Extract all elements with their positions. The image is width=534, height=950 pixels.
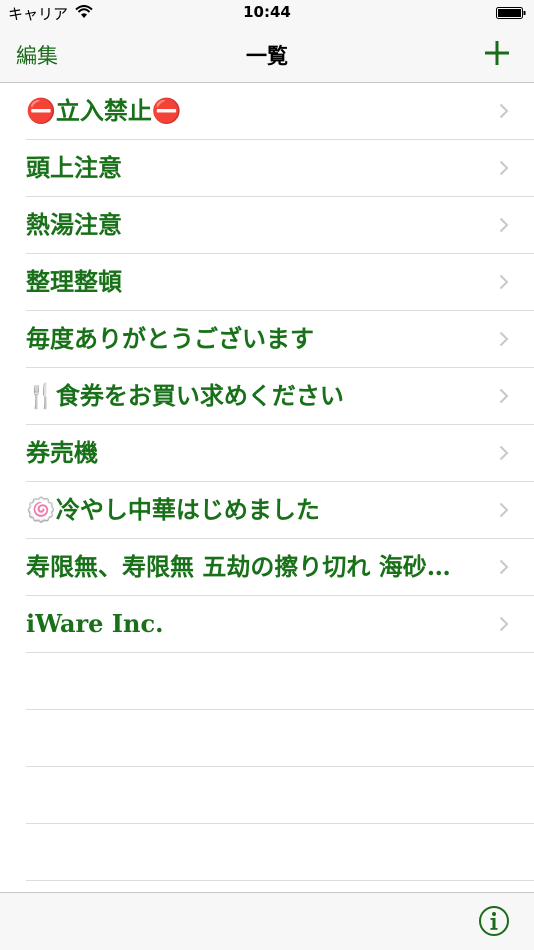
- chevron-right-icon: [499, 274, 509, 290]
- chevron-right-icon: [499, 217, 509, 233]
- add-button[interactable]: [482, 38, 512, 68]
- navigation-bar: 編集 一覧: [0, 28, 534, 82]
- plus-icon: [485, 41, 509, 65]
- sign-list: ⛔立入禁止⛔ 頭上注意熱湯注意整理整頓毎度ありがとうございます 🍴食券をお買い求めく…: [0, 83, 534, 881]
- empty-row: [26, 767, 534, 824]
- list-item-label: iWare Inc.: [26, 609, 164, 638]
- list-item-label: 寿限無、寿限無 五劫の擦り切れ 海砂…: [26, 552, 451, 581]
- empty-row: [26, 653, 534, 710]
- list-item-label: 頭上注意: [26, 153, 122, 182]
- status-time: 10:44: [243, 3, 291, 21]
- list-item[interactable]: iWare Inc.: [26, 596, 534, 653]
- info-button[interactable]: [478, 905, 510, 937]
- list-item-label: 🍴食券をお買い求めください: [26, 381, 344, 410]
- list-item[interactable]: ⛔立入禁止⛔: [26, 83, 534, 140]
- chevron-right-icon: [499, 559, 509, 575]
- chevron-right-icon: [499, 331, 509, 347]
- list-item-label: 整理整頓: [26, 267, 122, 296]
- chevron-right-icon: [499, 445, 509, 461]
- list-item-label: 熱湯注意: [26, 210, 122, 239]
- list-item[interactable]: 寿限無、寿限無 五劫の擦り切れ 海砂…: [26, 539, 534, 596]
- top-bar: キャリア 10:44 編集 一覧: [0, 0, 534, 83]
- app-screen: キャリア 10:44 編集 一覧 ⛔立入禁止⛔ 頭上注意 熱湯注意 整理整頓 毎…: [0, 0, 534, 950]
- list-item[interactable]: 🍴食券をお買い求めください: [26, 368, 534, 425]
- battery-icon: [496, 7, 526, 19]
- list-item-label: 券売機: [26, 438, 98, 467]
- list-item-label: ⛔立入禁止⛔: [26, 96, 182, 125]
- status-bar: キャリア 10:44: [0, 0, 534, 28]
- bottom-toolbar: [0, 892, 534, 950]
- empty-row: [26, 710, 534, 767]
- chevron-right-icon: [499, 616, 509, 632]
- list-item[interactable]: 整理整頓: [26, 254, 534, 311]
- list-item[interactable]: 熱湯注意: [26, 197, 534, 254]
- empty-row: [26, 824, 534, 881]
- list-item[interactable]: 頭上注意: [26, 140, 534, 197]
- info-icon: [479, 906, 509, 936]
- chevron-right-icon: [499, 502, 509, 518]
- list-item[interactable]: 毎度ありがとうございます: [26, 311, 534, 368]
- list-item[interactable]: 🍥冷やし中華はじめました: [26, 482, 534, 539]
- page-title: 一覧: [246, 44, 288, 68]
- list-item[interactable]: 券売機: [26, 425, 534, 482]
- list-item-label: 🍥冷やし中華はじめました: [26, 495, 320, 524]
- list-item-label: 毎度ありがとうございます: [26, 324, 314, 353]
- chevron-right-icon: [499, 160, 509, 176]
- chevron-right-icon: [499, 388, 509, 404]
- chevron-right-icon: [499, 103, 509, 119]
